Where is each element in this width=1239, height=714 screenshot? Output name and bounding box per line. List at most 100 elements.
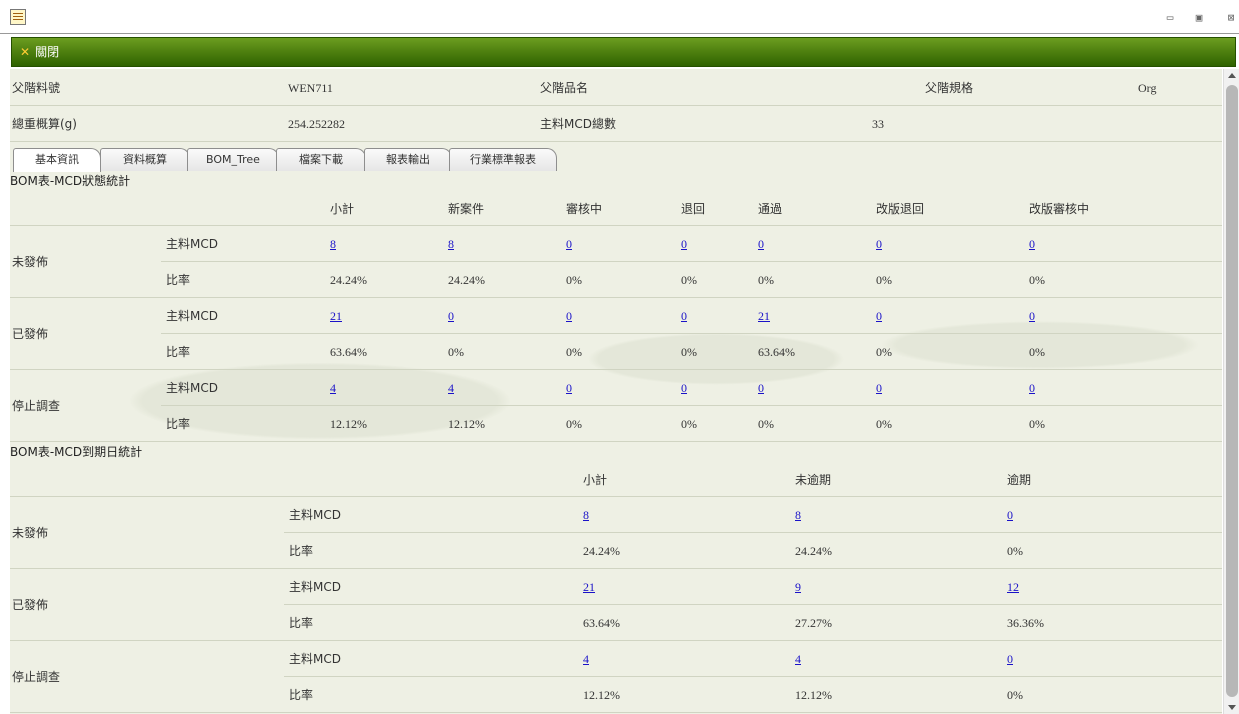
column-header: 逾期: [1007, 473, 1032, 487]
close-label: 關閉: [35, 45, 60, 59]
scroll-down-icon[interactable]: [1228, 705, 1236, 710]
summary-row-2: 總重概算(g) 254.252282 主料MCD總數 33: [10, 106, 1222, 142]
column-header: 通過: [758, 202, 783, 216]
ratio-value: 12.12%: [583, 688, 620, 702]
column-header: 改版退回: [876, 202, 925, 216]
mcd-row-label: 主料MCD: [289, 652, 341, 666]
mcd-count-link[interactable]: 0: [758, 235, 764, 253]
ratio-value: 24.24%: [448, 273, 485, 287]
ratio-value: 0%: [681, 273, 697, 287]
table-row: 比率 24.24% 24.24% 0% 0% 0% 0% 0%: [10, 262, 1222, 298]
mcd-count-link[interactable]: 0: [876, 235, 882, 253]
ratio-value: 0%: [1007, 688, 1023, 702]
mcd-count-link[interactable]: 0: [566, 235, 572, 253]
column-header: 審核中: [566, 202, 603, 216]
ratio-value: 27.27%: [795, 616, 832, 630]
main-content: 父階料號 WEN711 父階品名 父階規格 Org 總重概算(g) 254.25…: [10, 69, 1222, 714]
table-row: 主料MCD 8 8 0 0 0 0 0: [161, 226, 1222, 262]
ratio-value: 0%: [1029, 273, 1045, 287]
table-header-row: 小計 新案件 審核中 退回 通過 改版退回 改版審核中: [10, 190, 1222, 226]
ratio-value: 0%: [1029, 417, 1045, 431]
ratio-value: 0%: [1029, 345, 1045, 359]
scroll-up-icon[interactable]: [1228, 73, 1236, 78]
ratio-value: 0%: [681, 417, 697, 431]
close-window-icon[interactable]: ⊠: [1224, 11, 1238, 25]
mcd-count-link[interactable]: 4: [795, 650, 801, 668]
mcd-total-label: 主料MCD總數: [540, 117, 616, 131]
parent-spec-label: 父階規格: [925, 81, 974, 95]
ratio-value: 24.24%: [330, 273, 367, 287]
mcd-count-link[interactable]: 0: [1029, 307, 1035, 325]
column-header: 小計: [330, 202, 355, 216]
mcd-count-link[interactable]: 0: [566, 379, 572, 397]
mcd-count-link[interactable]: 4: [583, 650, 589, 668]
ratio-value: 24.24%: [795, 544, 832, 558]
ratio-row-label: 比率: [166, 417, 191, 431]
pin-icon[interactable]: ▭: [1163, 11, 1177, 25]
mcd-count-link[interactable]: 21: [758, 307, 770, 325]
status-group-label: 停止調查: [12, 399, 61, 413]
close-button[interactable]: ✕ 關閉: [20, 44, 59, 60]
mcd-count-link[interactable]: 21: [330, 307, 342, 325]
tab-report-output[interactable]: 報表輸出: [364, 148, 452, 171]
status-group-label: 未發佈: [12, 255, 49, 269]
status-group-label: 停止調查: [12, 670, 61, 684]
vertical-scrollbar[interactable]: [1223, 69, 1239, 714]
table-row: 比率 12.12% 12.12% 0% 0% 0% 0% 0%: [10, 406, 1222, 442]
mcd-count-link[interactable]: 0: [1007, 506, 1013, 524]
status-group-label: 未發佈: [12, 526, 49, 540]
mcd-count-link[interactable]: 8: [583, 506, 589, 524]
mcd-count-link[interactable]: 0: [448, 307, 454, 325]
mcd-count-link[interactable]: 0: [681, 307, 687, 325]
mcd-count-link[interactable]: 9: [795, 578, 801, 596]
mcd-count-link[interactable]: 21: [583, 578, 595, 596]
restore-icon[interactable]: ▣: [1192, 11, 1206, 25]
ratio-value: 63.64%: [330, 345, 367, 359]
ratio-value: 36.36%: [1007, 616, 1044, 630]
status-group-label: 已發佈: [12, 327, 49, 341]
column-header: 新案件: [448, 202, 485, 216]
ratio-value: 0%: [681, 345, 697, 359]
tab-bom-tree[interactable]: BOM_Tree: [187, 148, 279, 171]
document-icon: [10, 9, 26, 25]
mcd-count-link[interactable]: 0: [1007, 650, 1013, 668]
parent-part-no-label: 父階料號: [12, 81, 61, 95]
tab-strip: 基本資訊 資料概算 BOM_Tree 檔案下載 報表輸出 行業標準報表: [10, 148, 570, 172]
summary-row-1: 父階料號 WEN711 父階品名 父階規格 Org: [10, 69, 1222, 106]
mcd-count-link[interactable]: 0: [566, 307, 572, 325]
ratio-value: 24.24%: [583, 544, 620, 558]
table-row: 主料MCD 21 9 12: [284, 569, 1222, 605]
table-row: 主料MCD 4 4 0 0 0 0 0: [161, 370, 1222, 406]
mcd-count-link[interactable]: 4: [330, 379, 336, 397]
ratio-row-label: 比率: [289, 544, 314, 558]
tab-basic-info[interactable]: 基本資訊: [13, 148, 101, 172]
mcd-count-link[interactable]: 12: [1007, 578, 1019, 596]
mcd-count-link[interactable]: 0: [758, 379, 764, 397]
mcd-count-link[interactable]: 0: [1029, 379, 1035, 397]
mcd-count-link[interactable]: 0: [876, 307, 882, 325]
table-row: 比率 63.64% 0% 0% 0% 63.64% 0% 0%: [10, 334, 1222, 370]
mcd-count-link[interactable]: 0: [681, 235, 687, 253]
close-x-icon: ✕: [20, 45, 31, 59]
table-row: 比率 24.24% 24.24% 0%: [10, 533, 1222, 569]
column-header: 退回: [681, 202, 706, 216]
due-table-title: BOM表-MCD到期日統計: [10, 445, 143, 459]
mcd-count-link[interactable]: 8: [330, 235, 336, 253]
scrollbar-thumb[interactable]: [1226, 85, 1238, 697]
mcd-count-link[interactable]: 8: [448, 235, 454, 253]
ratio-value: 0%: [758, 417, 774, 431]
ratio-value: 0%: [876, 273, 892, 287]
tab-industry-report[interactable]: 行業標準報表: [449, 148, 557, 171]
table-row: 比率 63.64% 27.27% 36.36%: [10, 605, 1222, 641]
ratio-value: 0%: [876, 345, 892, 359]
mcd-count-link[interactable]: 0: [876, 379, 882, 397]
tab-file-download[interactable]: 檔案下載: [276, 148, 366, 171]
mcd-count-link[interactable]: 4: [448, 379, 454, 397]
ratio-value: 0%: [566, 273, 582, 287]
mcd-count-link[interactable]: 0: [681, 379, 687, 397]
window-titlebar: ▭ ▣ ⊠: [0, 0, 1239, 34]
mcd-count-link[interactable]: 8: [795, 506, 801, 524]
tab-data-estimate[interactable]: 資料概算: [100, 148, 190, 171]
ratio-row-label: 比率: [166, 345, 191, 359]
mcd-count-link[interactable]: 0: [1029, 235, 1035, 253]
